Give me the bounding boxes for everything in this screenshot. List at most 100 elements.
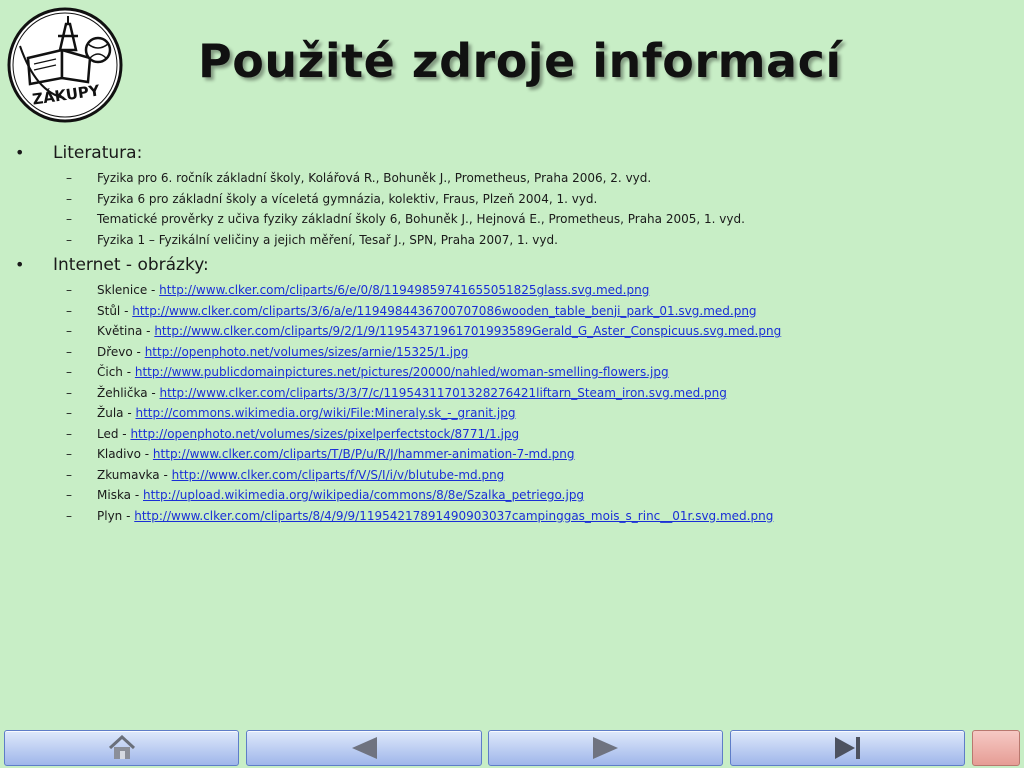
list-item: – Tematické prověrky z učiva fyziky zákla… bbox=[0, 209, 1024, 230]
school-logo: ZÁKUPY bbox=[6, 6, 124, 124]
item-label: Žehlička - bbox=[97, 385, 160, 400]
list-item: – Plyn - http://www.clker.com/cliparts/8/… bbox=[0, 506, 1024, 527]
list-item: – Stůl - http://www.clker.com/cliparts/3/… bbox=[0, 301, 1024, 322]
source-link[interactable]: http://www.clker.com/cliparts/3/3/7/c/11… bbox=[160, 386, 727, 400]
item-text-container: Květina - http://www.clker.com/cliparts/… bbox=[97, 321, 781, 341]
source-list: – Sklenice - http://www.clker.com/clipart… bbox=[0, 280, 1024, 526]
arrow-left-icon bbox=[352, 737, 377, 759]
item-label: Sklenice - bbox=[97, 283, 160, 297]
page-title: Použité zdroje informací bbox=[198, 34, 842, 88]
dash-bullet-icon: – bbox=[66, 344, 72, 359]
list-item: – Fyzika pro 6. ročník základní školy, Ko… bbox=[0, 168, 1024, 189]
list-item: – Miska - http://upload.wikimedia.org/wik… bbox=[0, 485, 1024, 506]
source-link[interactable]: http://www.clker.com/cliparts/f/V/S/I/i/… bbox=[172, 468, 505, 482]
item-label: Květina - bbox=[97, 324, 155, 338]
item-label: Čich - bbox=[97, 365, 135, 379]
item-label: Fyzika 6 pro základní školy a víceletá g… bbox=[97, 191, 598, 206]
zakupy-school-logo-icon bbox=[7, 7, 123, 123]
item-text-container: Miska - http://upload.wikimedia.org/wiki… bbox=[97, 485, 584, 505]
dash-bullet-icon: – bbox=[66, 232, 72, 247]
item-text-container: Dřevo - http://openphoto.net/volumes/siz… bbox=[97, 342, 468, 362]
dash-bullet-icon: – bbox=[66, 426, 72, 441]
section-literature: • Literatura: – Fyzika pro 6. ročník základ… bbox=[0, 140, 1024, 250]
item-text-container: Sklenice - http://www.clker.com/cliparts… bbox=[97, 280, 649, 300]
section-label: Internet - obrázky: bbox=[53, 255, 209, 275]
item-text-container: Fyzika 6 pro základní školy a víceletá g… bbox=[97, 189, 597, 209]
list-item: – Led - http://openphoto.net/volumes/size… bbox=[0, 424, 1024, 445]
source-link[interactable]: http://www.clker.com/cliparts/9/2/1/9/11… bbox=[154, 324, 781, 338]
list-item: – Čich - http://www.publicdomainpictures.… bbox=[0, 362, 1024, 383]
item-text-container: Fyzika 1 – Fyzikální veličiny a jejich m… bbox=[97, 230, 558, 250]
item-label: Žula - bbox=[97, 406, 136, 420]
list-item: – Květina - http://www.clker.com/cliparts… bbox=[0, 321, 1024, 342]
content-area: • Literatura: – Fyzika pro 6. ročník základ… bbox=[0, 140, 1024, 528]
source-link[interactable]: http://openphoto.net/volumes/sizes/arnie… bbox=[145, 345, 469, 359]
source-link[interactable]: http://upload.wikimedia.org/wikipedia/co… bbox=[143, 488, 584, 502]
list-item: – Kladivo - http://www.clker.com/cliparts… bbox=[0, 444, 1024, 465]
dash-bullet-icon: – bbox=[66, 324, 72, 338]
item-label: Plyn - bbox=[97, 508, 135, 523]
section-heading: • Literatura: bbox=[0, 140, 1024, 168]
dash-bullet-icon: – bbox=[66, 447, 72, 461]
source-link[interactable]: http://commons.wikimedia.org/wiki/File:M… bbox=[135, 406, 515, 420]
list-item: – Sklenice - http://www.clker.com/clipart… bbox=[0, 280, 1024, 301]
close-button[interactable] bbox=[972, 730, 1020, 766]
dash-bullet-icon: – bbox=[66, 508, 72, 523]
list-item: – Zkumavka - http://www.clker.com/clipart… bbox=[0, 465, 1024, 486]
item-label: Zkumavka - bbox=[97, 467, 172, 482]
item-label: Tematické prověrky z učiva fyziky základ… bbox=[97, 212, 745, 226]
dash-bullet-icon: – bbox=[66, 283, 72, 297]
item-label: Kladivo - bbox=[97, 447, 153, 461]
item-label: Miska - bbox=[97, 488, 143, 502]
dash-bullet-icon: – bbox=[66, 385, 72, 400]
source-link[interactable]: http://www.clker.com/cliparts/3/6/a/e/11… bbox=[132, 304, 756, 318]
skip-to-end-icon bbox=[834, 737, 860, 759]
item-text-container: Tematické prověrky z učiva fyziky základ… bbox=[97, 209, 745, 229]
list-item: – Fyzika 6 pro základní školy a víceletá … bbox=[0, 189, 1024, 210]
dash-bullet-icon: – bbox=[66, 191, 72, 206]
list-item: – Žehlička - http://www.clker.com/clipart… bbox=[0, 383, 1024, 404]
dash-bullet-icon: – bbox=[66, 488, 72, 502]
item-label: Led - bbox=[97, 426, 131, 441]
source-link[interactable]: http://openphoto.net/volumes/sizes/pixel… bbox=[130, 427, 519, 441]
last-slide-button[interactable] bbox=[730, 730, 965, 766]
item-label: Dřevo - bbox=[97, 344, 145, 359]
dash-bullet-icon: – bbox=[66, 467, 72, 482]
dash-bullet-icon: – bbox=[66, 303, 72, 318]
section-label: Literatura: bbox=[53, 143, 143, 163]
item-text-container: Kladivo - http://www.clker.com/cliparts/… bbox=[97, 444, 575, 464]
item-text-container: Stůl - http://www.clker.com/cliparts/3/6… bbox=[97, 301, 757, 321]
item-text-container: Plyn - http://www.clker.com/cliparts/8/4… bbox=[97, 506, 773, 526]
bullet-icon: • bbox=[15, 143, 25, 162]
item-text-container: Zkumavka - http://www.clker.com/cliparts… bbox=[97, 465, 504, 485]
item-label: Fyzika 1 – Fyzikální veličiny a jejich m… bbox=[97, 232, 558, 247]
item-label: Stůl - bbox=[97, 303, 133, 318]
dash-bullet-icon: – bbox=[66, 406, 72, 420]
item-text-container: Žula - http://commons.wikimedia.org/wiki… bbox=[97, 403, 516, 423]
source-link[interactable]: http://www.publicdomainpictures.net/pict… bbox=[135, 365, 669, 379]
list-item: – Dřevo - http://openphoto.net/volumes/si… bbox=[0, 342, 1024, 363]
source-list: – Fyzika pro 6. ročník základní školy, Ko… bbox=[0, 168, 1024, 250]
previous-button[interactable] bbox=[246, 730, 482, 766]
home-button[interactable] bbox=[4, 730, 239, 766]
source-link[interactable]: http://www.clker.com/cliparts/8/4/9/9/11… bbox=[134, 509, 773, 523]
section-heading: • Internet - obrázky: bbox=[0, 252, 1024, 280]
item-text-container: Fyzika pro 6. ročník základní školy, Kol… bbox=[97, 168, 651, 188]
dash-bullet-icon: – bbox=[66, 365, 72, 379]
source-link[interactable]: http://www.clker.com/cliparts/6/e/0/8/11… bbox=[159, 283, 649, 297]
arrow-right-icon bbox=[592, 737, 618, 759]
item-text-container: Žehlička - http://www.clker.com/cliparts… bbox=[97, 383, 727, 403]
slide-navigation-bar bbox=[0, 730, 1024, 768]
source-link[interactable]: http://www.clker.com/cliparts/T/B/P/u/R/… bbox=[153, 447, 575, 461]
next-button[interactable] bbox=[488, 730, 723, 766]
list-item: – Žula - http://commons.wikimedia.org/wik… bbox=[0, 403, 1024, 424]
section-internet-images: • Internet - obrázky: – Sklenice - http://w… bbox=[0, 252, 1024, 526]
dash-bullet-icon: – bbox=[66, 212, 72, 226]
home-icon bbox=[108, 735, 135, 759]
item-text-container: Čich - http://www.publicdomainpictures.n… bbox=[97, 362, 669, 382]
bullet-icon: • bbox=[15, 255, 25, 274]
item-text-container: Led - http://openphoto.net/volumes/sizes… bbox=[97, 424, 519, 444]
item-label: Fyzika pro 6. ročník základní školy, Kol… bbox=[97, 171, 652, 185]
dash-bullet-icon: – bbox=[66, 171, 72, 185]
list-item: – Fyzika 1 – Fyzikální veličiny a jejich … bbox=[0, 230, 1024, 251]
